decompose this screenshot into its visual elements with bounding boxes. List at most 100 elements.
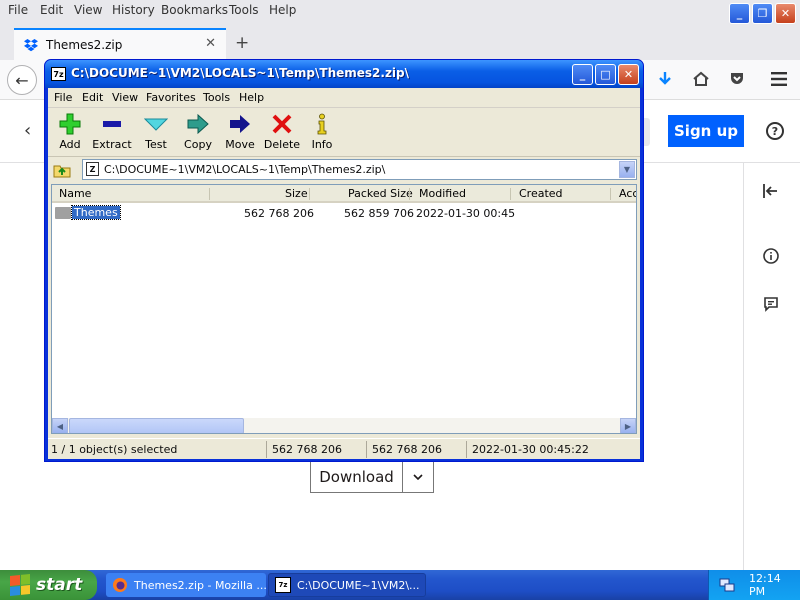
sz-menu-view[interactable]: View bbox=[112, 91, 138, 104]
help-icon[interactable]: ? bbox=[766, 122, 784, 140]
move-button[interactable]: Move bbox=[218, 113, 262, 155]
check-icon bbox=[134, 113, 178, 137]
extract-button[interactable]: Extract bbox=[90, 113, 134, 155]
info-button[interactable]: Info bbox=[300, 113, 344, 155]
sevenzip-minimize-button[interactable]: _ bbox=[572, 64, 593, 85]
file-row[interactable]: Themes 562 768 206 562 859 706 2022-01-3… bbox=[52, 205, 636, 222]
taskbar-item-firefox[interactable]: Themes2.zip - Mozilla ... bbox=[106, 573, 266, 597]
sevenzip-task-icon: 7z bbox=[275, 577, 291, 593]
restore-button[interactable]: ❐ bbox=[752, 3, 773, 24]
taskbar-item-firefox-label: Themes2.zip - Mozilla ... bbox=[134, 578, 266, 592]
menu-file[interactable]: File bbox=[8, 3, 28, 17]
tab-themes2[interactable]: Themes2.zip ✕ bbox=[14, 28, 226, 60]
pocket-icon[interactable] bbox=[726, 68, 748, 90]
test-button[interactable]: Test bbox=[134, 113, 178, 155]
downloads-icon[interactable] bbox=[654, 68, 676, 90]
download-options-button[interactable] bbox=[403, 462, 433, 492]
move-arrow-icon bbox=[218, 113, 262, 137]
sevenzip-close-button[interactable]: ✕ bbox=[618, 64, 639, 85]
home-icon[interactable] bbox=[690, 68, 712, 90]
delete-button[interactable]: Delete bbox=[260, 113, 304, 155]
scroll-thumb[interactable] bbox=[69, 418, 244, 433]
folder-up-icon[interactable] bbox=[53, 161, 71, 179]
menu-view[interactable]: View bbox=[74, 3, 102, 17]
menu-help[interactable]: Help bbox=[269, 3, 296, 17]
download-button[interactable]: Download bbox=[311, 462, 403, 492]
path-value: C:\DOCUME~1\VM2\LOCALS~1\Temp\Themes2.zi… bbox=[104, 163, 386, 176]
file-list-header: Name Size Packed Size Modified Created A… bbox=[52, 185, 636, 203]
plus-icon bbox=[48, 113, 92, 137]
menu-edit[interactable]: Edit bbox=[40, 3, 63, 17]
scroll-left-icon[interactable]: ◀ bbox=[52, 418, 68, 433]
move-label: Move bbox=[225, 138, 255, 151]
sz-menu-edit[interactable]: Edit bbox=[82, 91, 103, 104]
new-tab-icon[interactable]: + bbox=[235, 33, 249, 53]
windows-flag-icon bbox=[10, 573, 30, 597]
clock: 12:14 PM bbox=[749, 572, 781, 598]
taskbar: start Themes2.zip - Mozilla ... 7z C:\DO… bbox=[0, 570, 800, 600]
col-modified[interactable]: Modified bbox=[419, 187, 466, 200]
sevenzip-app-icon[interactable]: 7z bbox=[51, 67, 66, 81]
info-circle-icon[interactable] bbox=[762, 247, 780, 265]
chevron-left-icon[interactable]: ‹ bbox=[24, 120, 31, 141]
file-row-packed: 562 859 706 bbox=[344, 207, 414, 220]
signup-button[interactable]: Sign up bbox=[668, 115, 744, 147]
sevenzip-body: File Edit View Favorites Tools Help Add … bbox=[48, 88, 640, 459]
add-button[interactable]: Add bbox=[48, 113, 92, 155]
info-label: Info bbox=[311, 138, 333, 151]
col-size[interactable]: Size bbox=[285, 187, 308, 200]
chevron-down-icon[interactable]: ▼ bbox=[619, 161, 635, 178]
network-icon[interactable] bbox=[719, 577, 735, 593]
start-label: start bbox=[36, 575, 83, 595]
sz-menu-file[interactable]: File bbox=[54, 91, 72, 104]
copy-button[interactable]: Copy bbox=[176, 113, 220, 155]
menu-history[interactable]: History bbox=[112, 3, 155, 17]
sz-menu-tools[interactable]: Tools bbox=[203, 91, 230, 104]
col-divider[interactable] bbox=[209, 188, 210, 200]
menu-tools[interactable]: Tools bbox=[229, 3, 259, 17]
status-packed: 562 768 206 bbox=[372, 443, 442, 456]
test-label: Test bbox=[145, 138, 167, 151]
col-name[interactable]: Name bbox=[59, 187, 91, 200]
address-bar: Z C:\DOCUME~1\VM2\LOCALS~1\Temp\Themes2.… bbox=[48, 158, 640, 182]
close-button[interactable]: ✕ bbox=[775, 3, 796, 24]
dropbox-icon bbox=[24, 39, 38, 52]
right-rail-divider bbox=[743, 163, 744, 570]
col-divider[interactable] bbox=[309, 188, 310, 200]
firefox-menubar: File Edit View History Bookmarks Tools H… bbox=[0, 0, 800, 24]
sevenzip-maximize-button[interactable]: □ bbox=[595, 64, 616, 85]
sz-menu-favorites[interactable]: Favorites bbox=[146, 91, 196, 104]
start-button[interactable]: start bbox=[0, 570, 97, 600]
back-button[interactable]: ← bbox=[7, 65, 37, 95]
zip-file-icon: Z bbox=[86, 162, 99, 176]
status-size: 562 768 206 bbox=[272, 443, 342, 456]
col-divider[interactable] bbox=[610, 188, 611, 200]
download-arrow-icon bbox=[659, 72, 671, 85]
col-created[interactable]: Created bbox=[519, 187, 563, 200]
file-list[interactable]: Name Size Packed Size Modified Created A… bbox=[51, 184, 637, 434]
taskbar-item-7zip[interactable]: 7z C:\DOCUME~1\VM2\... bbox=[268, 573, 426, 597]
sevenzip-title: C:\DOCUME~1\VM2\LOCALS~1\Temp\Themes2.zi… bbox=[71, 66, 410, 80]
chevron-down-icon bbox=[413, 474, 423, 480]
horizontal-scrollbar[interactable]: ◀ ▶ bbox=[52, 418, 636, 433]
sz-menu-help[interactable]: Help bbox=[239, 91, 264, 104]
comment-icon[interactable] bbox=[762, 295, 780, 313]
scroll-right-icon[interactable]: ▶ bbox=[620, 418, 636, 433]
copy-label: Copy bbox=[184, 138, 212, 151]
col-packed-size[interactable]: Packed Size bbox=[348, 187, 413, 200]
sevenzip-toolbar: Add Extract Test Copy Move Delete Info bbox=[48, 109, 640, 157]
status-modified: 2022-01-30 00:45:22 bbox=[472, 443, 589, 456]
file-row-modified: 2022-01-30 00:45 bbox=[416, 207, 516, 220]
menu-bookmarks[interactable]: Bookmarks bbox=[161, 3, 228, 17]
arrow-left-icon: ← bbox=[15, 70, 29, 90]
col-divider[interactable] bbox=[510, 188, 511, 200]
tab-close-icon[interactable]: ✕ bbox=[205, 36, 216, 51]
hamburger-menu-icon[interactable] bbox=[768, 68, 790, 90]
minimize-button[interactable]: _ bbox=[729, 3, 750, 24]
col-divider[interactable] bbox=[409, 188, 410, 200]
collapse-panel-icon[interactable] bbox=[762, 182, 780, 200]
col-accessed[interactable]: Acce bbox=[619, 187, 636, 200]
tab-title: Themes2.zip bbox=[46, 38, 123, 52]
path-combobox[interactable]: Z C:\DOCUME~1\VM2\LOCALS~1\Temp\Themes2.… bbox=[82, 159, 637, 180]
sevenzip-titlebar[interactable]: 7z C:\DOCUME~1\VM2\LOCALS~1\Temp\Themes2… bbox=[45, 60, 643, 88]
